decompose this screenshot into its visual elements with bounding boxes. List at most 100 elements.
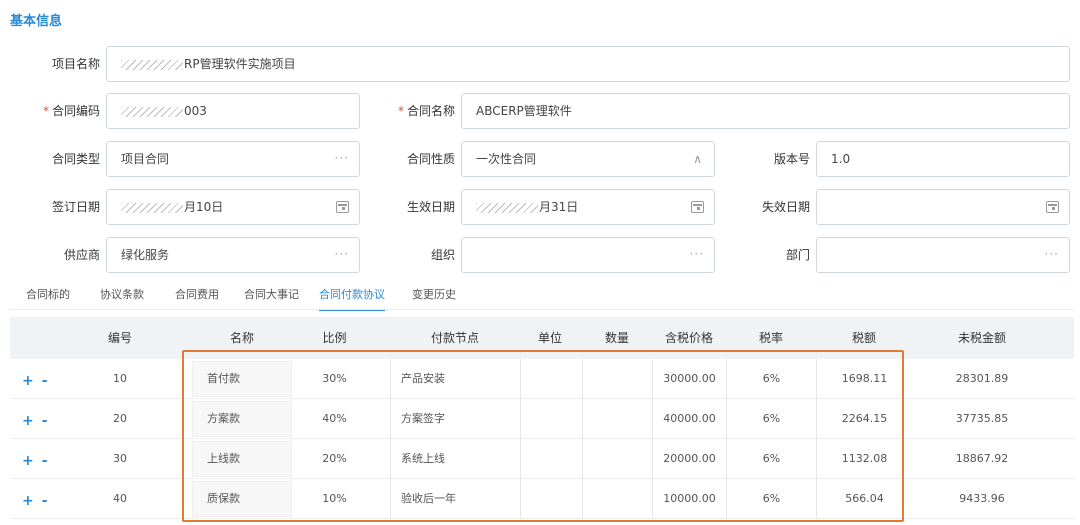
cell-tax: 566.04 [816, 479, 912, 519]
add-row-button[interactable]: + [22, 453, 34, 469]
cell-name[interactable]: 上线款 [192, 441, 292, 477]
cell-node[interactable]: 方案签字 [390, 399, 520, 439]
tab-payment-agreement[interactable]: 合同付款协议 [319, 283, 385, 311]
tab-contract-events[interactable]: 合同大事记 [244, 283, 299, 311]
contract-nature-label: 合同性质 [406, 152, 455, 166]
cell-qty[interactable] [582, 439, 652, 479]
sign-date-label: 签订日期 [51, 200, 100, 214]
tab-divider [10, 309, 1074, 310]
cell-tax: 2264.15 [816, 399, 912, 439]
cell-ratio[interactable]: 40% [292, 399, 377, 439]
cell-net: 9433.96 [959, 492, 1005, 505]
cell-rate[interactable]: 6% [726, 439, 816, 479]
col-name: 名称 [229, 331, 254, 345]
cell-name[interactable]: 质保款 [192, 481, 292, 517]
sign-date-field[interactable]: 月10日 [106, 189, 360, 225]
calendar-icon[interactable] [336, 201, 349, 213]
dept-field[interactable]: ··· [816, 237, 1070, 273]
cell-ratio[interactable]: 30% [292, 359, 377, 399]
supplier-field[interactable]: 绿化服务 ··· [106, 237, 360, 273]
row-ops: + - [22, 359, 56, 399]
expire-date-field[interactable] [816, 189, 1070, 225]
version-field[interactable]: 1.0 [816, 141, 1070, 177]
cell-unit[interactable] [520, 479, 580, 519]
cell-price[interactable]: 30000.00 [652, 359, 726, 399]
cell-ratio[interactable]: 10% [292, 479, 377, 519]
tab-change-history[interactable]: 变更历史 [412, 283, 456, 311]
cell-rate[interactable]: 6% [726, 399, 816, 439]
cell-net: 28301.89 [955, 372, 1009, 385]
project-name-label: 项目名称 [51, 57, 100, 71]
cell-name[interactable]: 首付款 [192, 361, 292, 397]
cell-tax: 1132.08 [816, 439, 912, 479]
contract-name-field[interactable]: ABCERP管理软件 [461, 93, 1070, 129]
contract-code-value: 003 [184, 104, 207, 118]
version-value: 1.0 [831, 152, 851, 166]
cell-tax: 1698.11 [816, 359, 912, 399]
cell-unit[interactable] [520, 399, 580, 439]
cell-price[interactable]: 40000.00 [652, 399, 726, 439]
table-row: + - 20 方案款 40% 方案签字 40000.00 6% 2264.15 3… [10, 399, 1074, 439]
contract-code-field[interactable]: 003 [106, 93, 360, 129]
more-dots-icon[interactable]: ··· [335, 238, 349, 270]
tab-contract-fees[interactable]: 合同费用 [175, 283, 219, 311]
cell-no: 10 [113, 372, 127, 385]
cell-unit[interactable] [520, 439, 580, 479]
effective-date-label: 生效日期 [406, 200, 455, 214]
more-dots-icon[interactable]: ··· [335, 142, 349, 174]
more-dots-icon[interactable]: ··· [1045, 238, 1059, 270]
cell-node[interactable]: 产品安装 [390, 359, 520, 399]
project-name-field[interactable]: RP管理软件实施项目 [106, 46, 1070, 82]
remove-row-button[interactable]: - [42, 493, 48, 509]
contract-type-field[interactable]: 项目合同 ··· [106, 141, 360, 177]
calendar-icon[interactable] [1046, 201, 1059, 213]
org-label: 组织 [430, 248, 455, 262]
cell-node[interactable]: 系统上线 [390, 439, 520, 479]
table-header: 编号 名称 比例 付款节点 单位 数量 含税价格 税率 税额 未税金额 [10, 317, 1074, 359]
required-mark: * [42, 104, 49, 118]
cell-unit[interactable] [520, 359, 580, 399]
contract-code-label-text: 合同编码 [51, 104, 100, 118]
tab-contract-subject[interactable]: 合同标的 [26, 283, 70, 311]
remove-row-button[interactable]: - [42, 453, 48, 469]
cell-qty[interactable] [582, 359, 652, 399]
calendar-icon[interactable] [691, 201, 704, 213]
col-ratio: 比例 [322, 331, 347, 345]
col-net: 未税金额 [957, 331, 1006, 345]
cell-qty[interactable] [582, 479, 652, 519]
contract-name-label: * 合同名称 [375, 93, 455, 129]
cell-net: 18867.92 [955, 452, 1009, 465]
tab-agreement-terms[interactable]: 协议条款 [100, 283, 144, 311]
remove-row-button[interactable]: - [42, 373, 48, 389]
section-title: 基本信息 [10, 14, 63, 29]
add-row-button[interactable]: + [22, 413, 34, 429]
cell-ratio[interactable]: 20% [292, 439, 377, 479]
cell-price[interactable]: 10000.00 [652, 479, 726, 519]
contract-type-value: 项目合同 [121, 152, 170, 166]
supplier-label: 供应商 [63, 248, 100, 262]
cell-node[interactable]: 验收后一年 [390, 479, 520, 519]
more-dots-icon[interactable]: ··· [690, 238, 704, 270]
col-price: 含税价格 [664, 331, 713, 345]
cell-price[interactable]: 20000.00 [652, 439, 726, 479]
sign-date-value: 月10日 [184, 200, 224, 214]
chevron-up-icon[interactable]: ∧ [693, 142, 702, 176]
supplier-value: 绿化服务 [121, 248, 170, 262]
redaction-mark [121, 202, 183, 213]
effective-date-field[interactable]: 月31日 [461, 189, 715, 225]
org-field[interactable]: ··· [461, 237, 715, 273]
row-ops: + - [22, 399, 56, 439]
cell-qty[interactable] [582, 399, 652, 439]
add-row-button[interactable]: + [22, 373, 34, 389]
project-name-value: RP管理软件实施项目 [184, 57, 296, 71]
remove-row-button[interactable]: - [42, 413, 48, 429]
row-ops: + - [22, 479, 56, 519]
detail-tabs: 合同标的 协议条款 合同费用 合同大事记 合同付款协议 变更历史 [0, 283, 1080, 311]
add-row-button[interactable]: + [22, 493, 34, 509]
cell-rate[interactable]: 6% [726, 479, 816, 519]
redaction-mark [121, 59, 183, 70]
cell-name[interactable]: 方案款 [192, 401, 292, 437]
contract-nature-select[interactable]: 一次性合同 ∧ [461, 141, 715, 177]
cell-rate[interactable]: 6% [726, 359, 816, 399]
contract-code-label: * 合同编码 [20, 93, 100, 129]
